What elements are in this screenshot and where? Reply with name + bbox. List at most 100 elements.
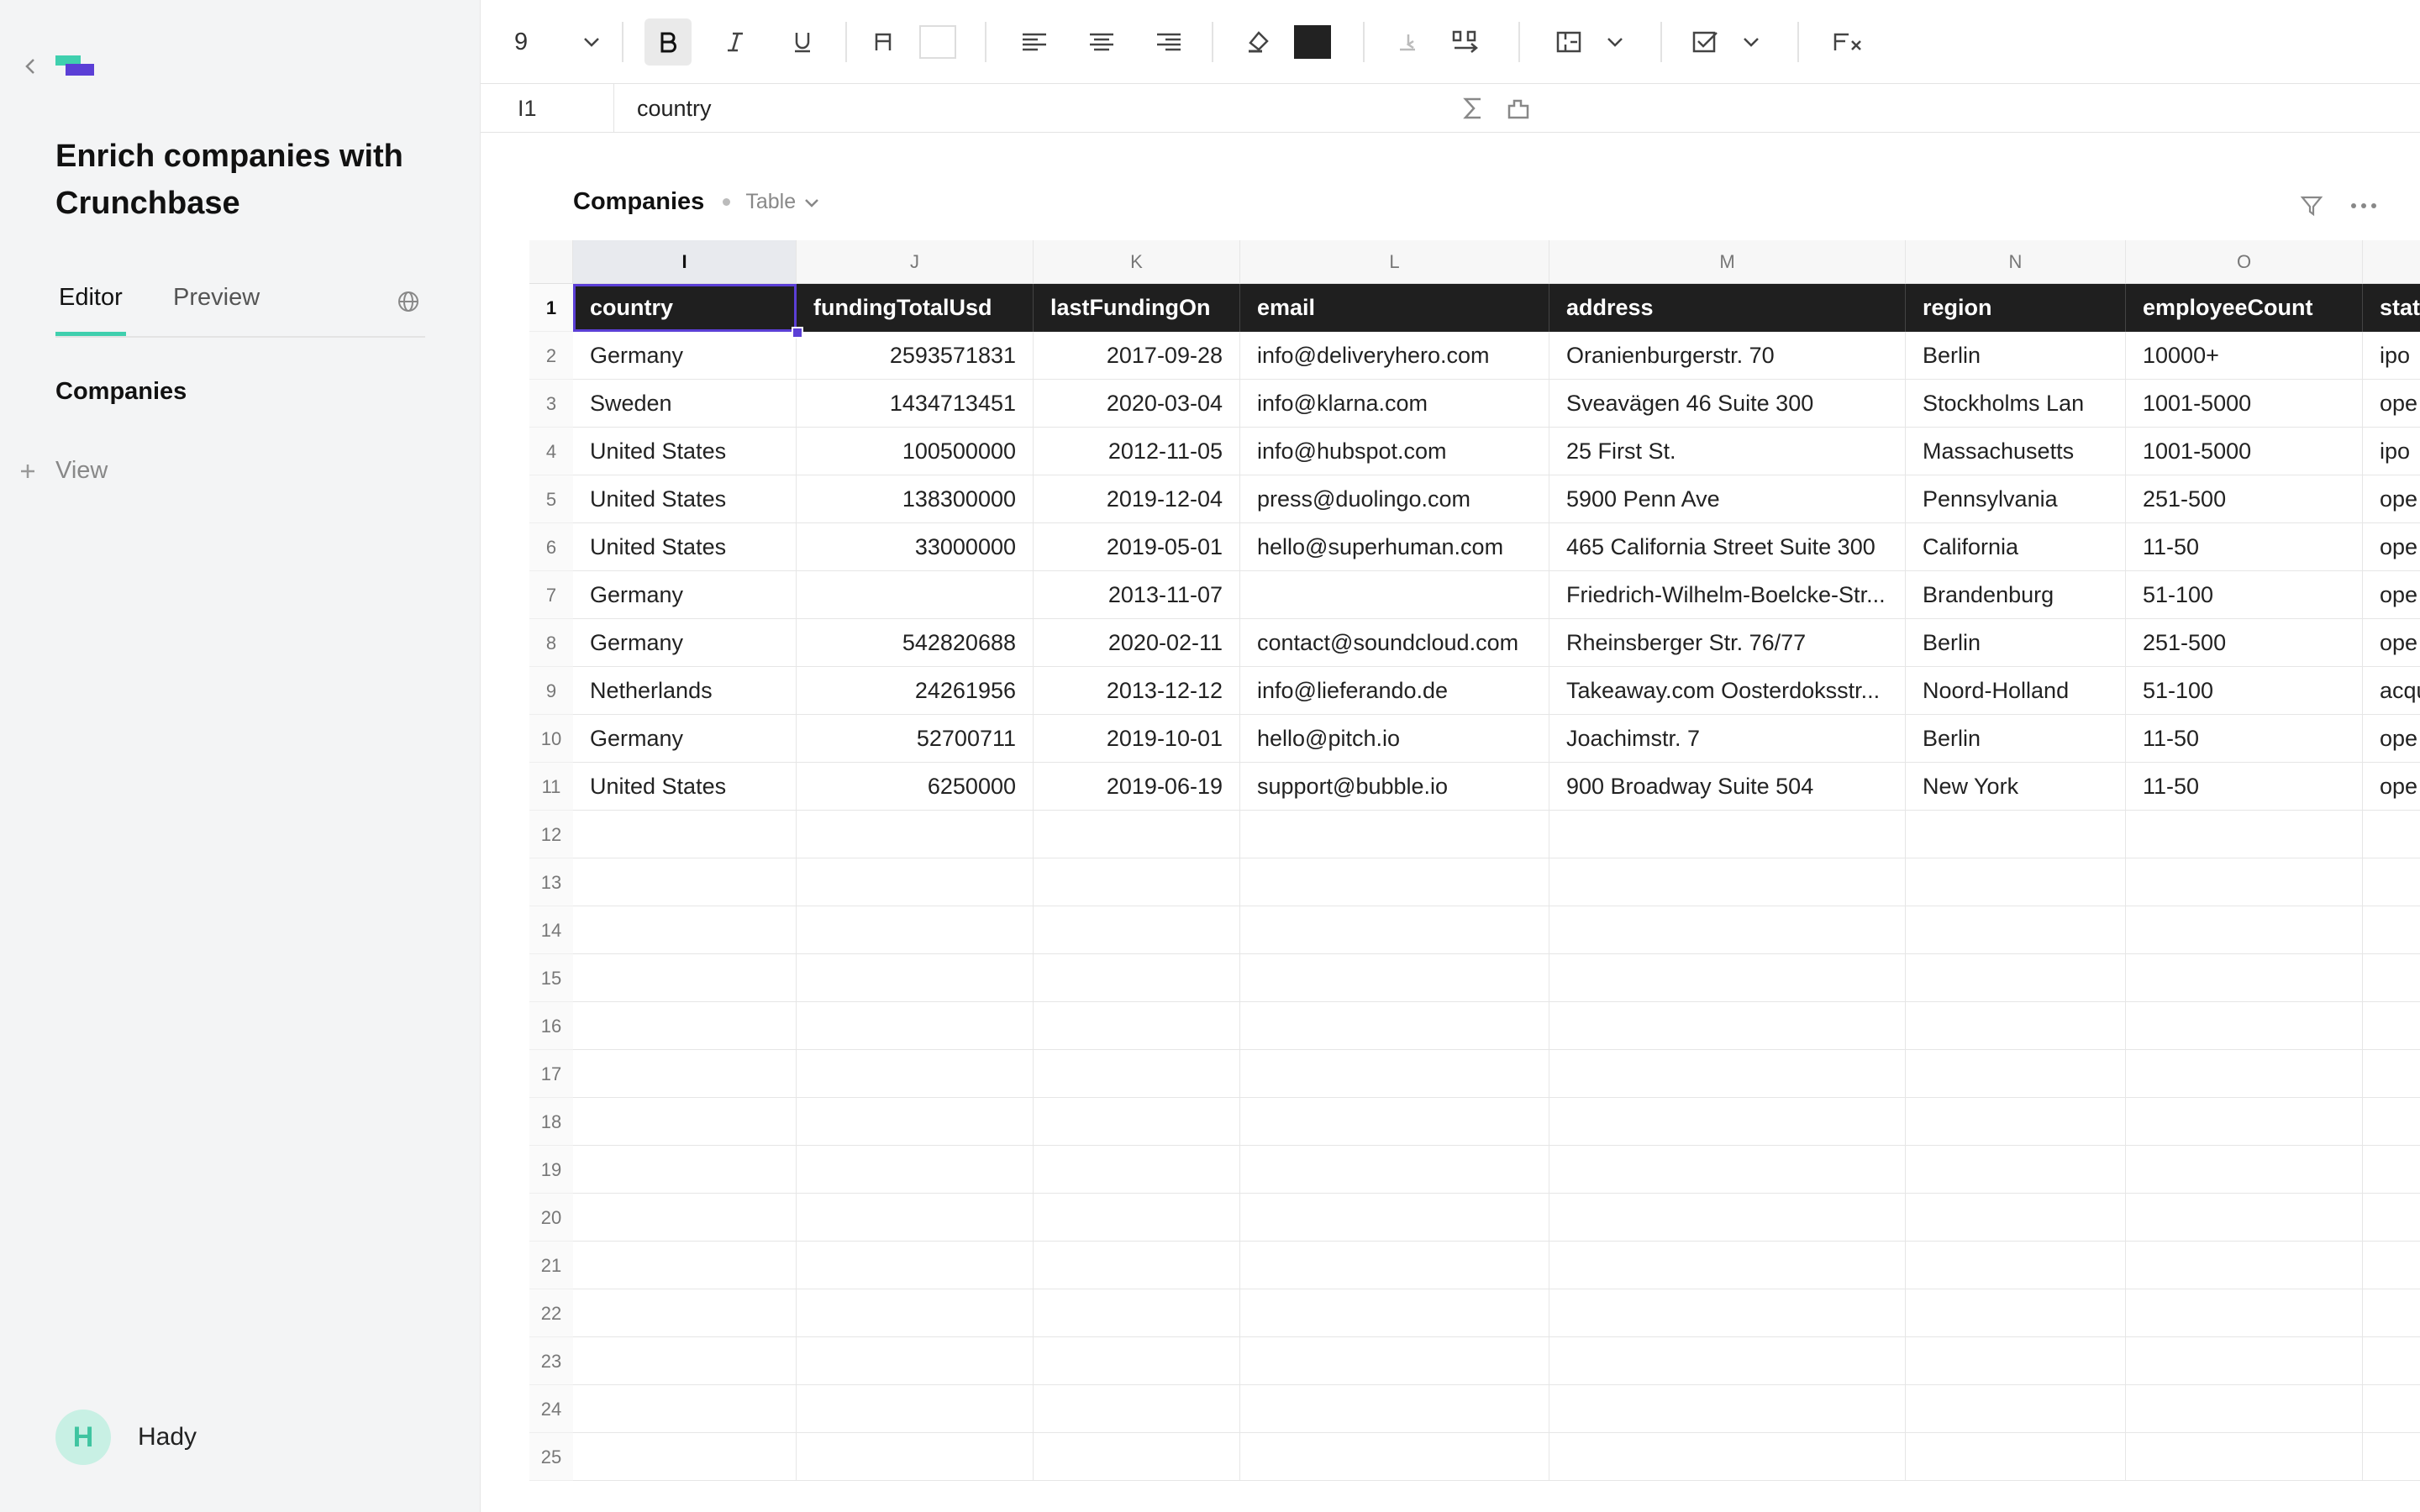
row-number[interactable]: 12 bbox=[529, 811, 573, 858]
table-cell[interactable] bbox=[1906, 1385, 2126, 1433]
font-color-icon[interactable] bbox=[860, 18, 907, 66]
table-cell[interactable]: 33000000 bbox=[797, 523, 1034, 571]
table-cell[interactable]: 24261956 bbox=[797, 667, 1034, 715]
table-cell[interactable] bbox=[2363, 1433, 2420, 1481]
table-cell[interactable] bbox=[1034, 1289, 1240, 1337]
back-chevron-icon[interactable] bbox=[20, 55, 42, 77]
table-cell[interactable]: 2012-11-05 bbox=[1034, 428, 1240, 475]
table-cell[interactable] bbox=[1906, 1289, 2126, 1337]
row-number[interactable]: 24 bbox=[529, 1385, 573, 1433]
table-cell[interactable]: Friedrich-Wilhelm-Boelcke-Str... bbox=[1549, 571, 1906, 619]
table-cell[interactable] bbox=[1034, 906, 1240, 954]
table-cell[interactable] bbox=[1034, 811, 1240, 858]
formula-input[interactable]: country bbox=[637, 84, 712, 133]
table-cell[interactable] bbox=[1549, 1385, 1906, 1433]
table-cell[interactable]: 2019-06-19 bbox=[1034, 763, 1240, 811]
table-cell[interactable] bbox=[2363, 858, 2420, 906]
row-number[interactable]: 2 bbox=[529, 332, 573, 380]
chevron-down-icon[interactable] bbox=[568, 18, 615, 66]
row-number[interactable]: 13 bbox=[529, 858, 573, 906]
table-cell[interactable] bbox=[2126, 1337, 2363, 1385]
table-cell[interactable] bbox=[1240, 1289, 1549, 1337]
table-cell[interactable]: United States bbox=[573, 428, 797, 475]
table-cell[interactable]: Stockholms Lan bbox=[1906, 380, 2126, 428]
table-cell[interactable] bbox=[1240, 811, 1549, 858]
table-cell[interactable] bbox=[1906, 1194, 2126, 1242]
table-cell[interactable]: ope bbox=[2363, 715, 2420, 763]
table-cell[interactable]: support@bubble.io bbox=[1240, 763, 1549, 811]
table-cell[interactable]: Germany bbox=[573, 571, 797, 619]
italic-icon[interactable] bbox=[712, 18, 759, 66]
table-cell[interactable]: Massachusetts bbox=[1906, 428, 2126, 475]
font-size-select[interactable]: 9 bbox=[514, 0, 528, 84]
table-cell[interactable] bbox=[1549, 1242, 1906, 1289]
table-cell[interactable]: hello@pitch.io bbox=[1240, 715, 1549, 763]
table-cell[interactable] bbox=[2363, 1242, 2420, 1289]
table-cell[interactable] bbox=[1240, 1002, 1549, 1050]
table-cell[interactable]: Berlin bbox=[1906, 715, 2126, 763]
column-header-L[interactable]: L bbox=[1240, 240, 1549, 284]
row-number[interactable]: 8 bbox=[529, 619, 573, 667]
table-cell[interactable]: Germany bbox=[573, 332, 797, 380]
table-cell[interactable] bbox=[797, 1194, 1034, 1242]
table-cell[interactable] bbox=[2363, 1098, 2420, 1146]
checkbox-chevron-down-icon[interactable] bbox=[1728, 18, 1775, 66]
table-cell[interactable] bbox=[1034, 1433, 1240, 1481]
column-header-N[interactable]: N bbox=[1906, 240, 2126, 284]
table-cell[interactable]: Brandenburg bbox=[1906, 571, 2126, 619]
tab-editor[interactable]: Editor bbox=[55, 284, 126, 336]
row-number[interactable]: 17 bbox=[529, 1050, 573, 1098]
table-cell[interactable] bbox=[2126, 1146, 2363, 1194]
table-cell[interactable] bbox=[2126, 1289, 2363, 1337]
table-cell[interactable] bbox=[573, 1242, 797, 1289]
table-cell[interactable]: Oranienburgerstr. 70 bbox=[1549, 332, 1906, 380]
table-cell[interactable] bbox=[573, 858, 797, 906]
table-cell[interactable] bbox=[2363, 1289, 2420, 1337]
table-cell[interactable]: Noord-Holland bbox=[1906, 667, 2126, 715]
table-cell[interactable] bbox=[2363, 1385, 2420, 1433]
checkbox-icon[interactable] bbox=[1682, 18, 1729, 66]
header-cell[interactable]: country bbox=[573, 284, 797, 332]
table-cell[interactable]: 2013-12-12 bbox=[1034, 667, 1240, 715]
row-number[interactable]: 5 bbox=[529, 475, 573, 523]
table-cell[interactable]: 2593571831 bbox=[797, 332, 1034, 380]
table-name[interactable]: Companies bbox=[573, 188, 704, 216]
align-center-icon[interactable] bbox=[1078, 18, 1125, 66]
table-cell[interactable]: 51-100 bbox=[2126, 571, 2363, 619]
table-cell[interactable] bbox=[1906, 1002, 2126, 1050]
table-cell[interactable] bbox=[1034, 858, 1240, 906]
table-cell[interactable] bbox=[573, 1433, 797, 1481]
fill-color-icon[interactable] bbox=[1235, 18, 1282, 66]
clear-format-icon[interactable] bbox=[1825, 18, 1872, 66]
table-cell[interactable] bbox=[797, 858, 1034, 906]
table-cell[interactable] bbox=[1906, 1098, 2126, 1146]
table-cell[interactable] bbox=[2126, 954, 2363, 1002]
table-cell[interactable]: 1001-5000 bbox=[2126, 380, 2363, 428]
table-cell[interactable] bbox=[1549, 1098, 1906, 1146]
table-cell[interactable] bbox=[797, 954, 1034, 1002]
table-cell[interactable]: info@deliveryhero.com bbox=[1240, 332, 1549, 380]
align-right-icon[interactable] bbox=[1145, 18, 1192, 66]
table-cell[interactable] bbox=[797, 571, 1034, 619]
table-cell[interactable]: Berlin bbox=[1906, 332, 2126, 380]
user-profile[interactable]: H Hady bbox=[55, 1410, 197, 1465]
table-cell[interactable]: contact@soundcloud.com bbox=[1240, 619, 1549, 667]
header-cell[interactable]: region bbox=[1906, 284, 2126, 332]
table-cell[interactable]: 251-500 bbox=[2126, 475, 2363, 523]
table-cell[interactable]: 10000+ bbox=[2126, 332, 2363, 380]
table-cell[interactable] bbox=[1240, 1098, 1549, 1146]
table-cell[interactable]: ipo bbox=[2363, 428, 2420, 475]
table-cell[interactable] bbox=[1240, 1050, 1549, 1098]
table-cell[interactable]: Germany bbox=[573, 619, 797, 667]
table-cell[interactable] bbox=[1906, 954, 2126, 1002]
row-number[interactable]: 9 bbox=[529, 667, 573, 715]
table-cell[interactable] bbox=[1549, 1194, 1906, 1242]
table-cell[interactable]: Sveavägen 46 Suite 300 bbox=[1549, 380, 1906, 428]
table-cell[interactable]: 2020-03-04 bbox=[1034, 380, 1240, 428]
table-cell[interactable] bbox=[1034, 1050, 1240, 1098]
row-number[interactable]: 6 bbox=[529, 523, 573, 571]
column-header-K[interactable]: K bbox=[1034, 240, 1240, 284]
table-cell[interactable]: 2019-10-01 bbox=[1034, 715, 1240, 763]
table-cell[interactable] bbox=[797, 1289, 1034, 1337]
extension-icon[interactable] bbox=[1504, 94, 1533, 123]
